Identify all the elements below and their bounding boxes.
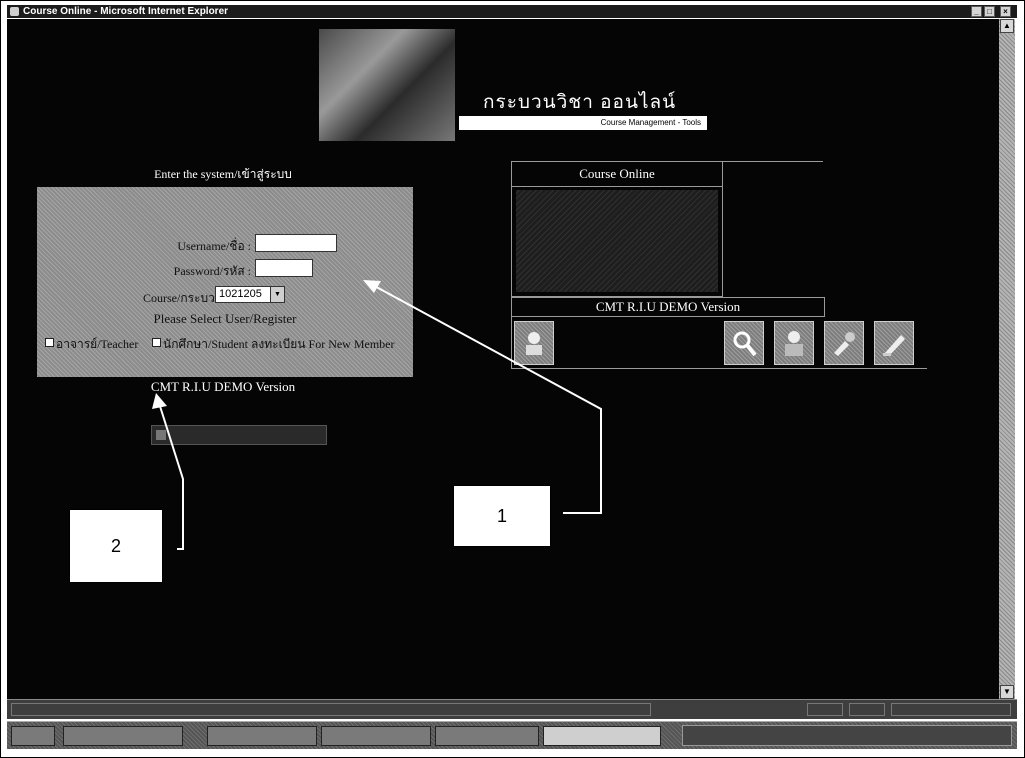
quick-launch[interactable] [63,726,183,746]
zone-pane [891,703,1011,716]
taskbar-item[interactable] [435,726,539,746]
callout-1: 1 [453,485,551,547]
start-button[interactable] [11,726,55,746]
taskbar-item[interactable] [321,726,431,746]
status-pane [807,703,843,716]
annotation-arrows [152,280,602,550]
system-tray [682,725,1012,746]
taskbar [7,721,1017,749]
status-bar [7,699,1017,719]
callout-2: 2 [69,509,163,583]
status-text [11,703,651,716]
taskbar-item-course-online[interactable] [543,726,661,746]
status-pane [849,703,885,716]
browser-window: Course Online - Microsoft Internet Explo… [0,0,1025,758]
taskbar-item[interactable] [207,726,317,746]
